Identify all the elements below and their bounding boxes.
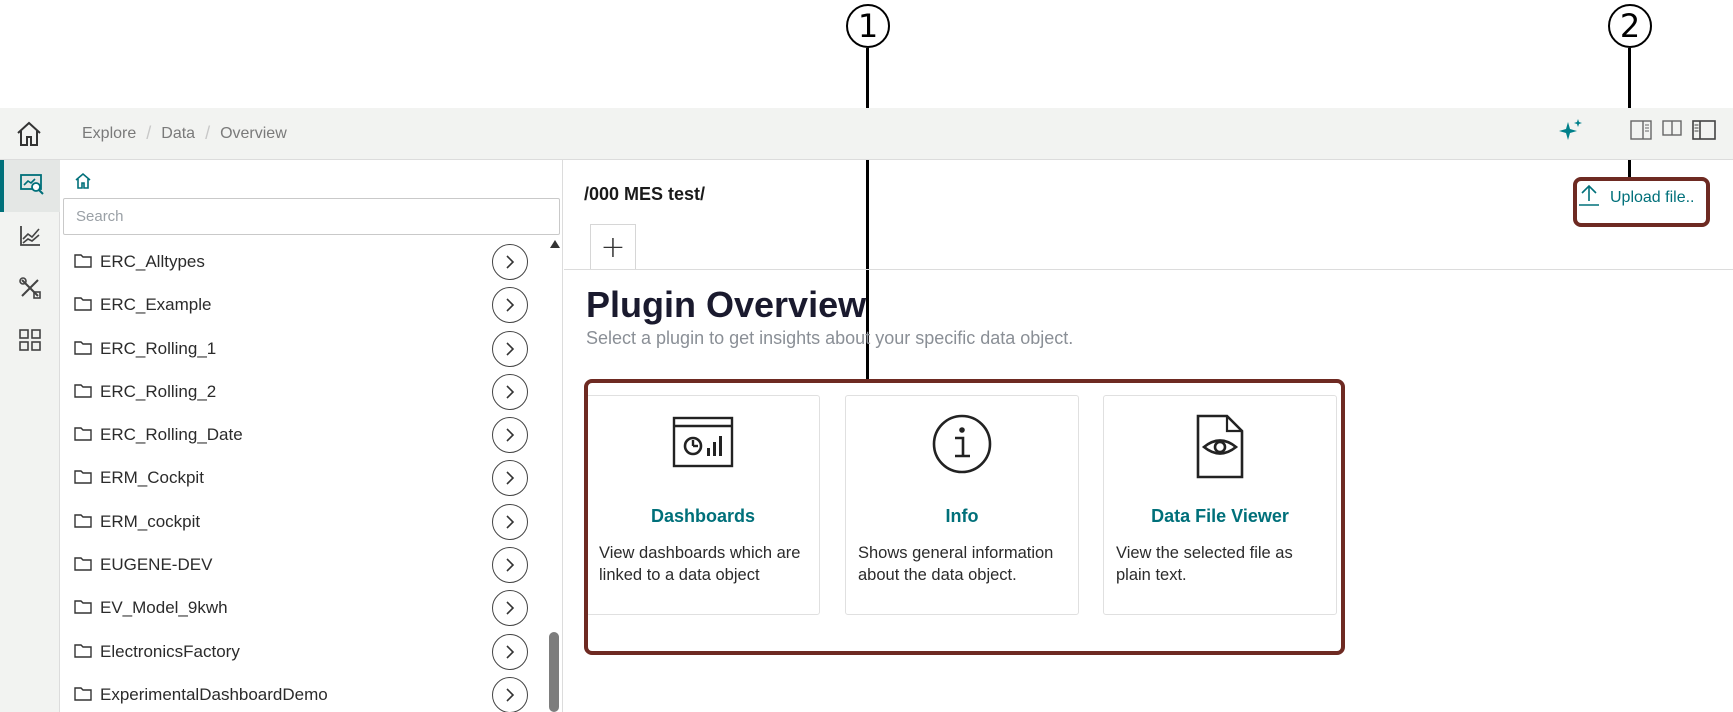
open-folder-button[interactable]	[492, 590, 528, 627]
folder-icon	[74, 643, 92, 663]
open-folder-button[interactable]	[492, 503, 528, 540]
ai-sparkle-icon[interactable]	[1558, 118, 1584, 144]
tools-icon	[18, 276, 42, 305]
add-tab-button[interactable]: +	[590, 224, 636, 270]
breadcrumb-data[interactable]: Data	[161, 125, 195, 143]
chevron-right-icon	[506, 558, 515, 572]
folder-name: ExperimentalDashboardDemo	[100, 684, 328, 704]
layout-left-panel-icon[interactable]	[1692, 120, 1716, 140]
folder-name: ERC_Rolling_Date	[100, 425, 243, 445]
folder-icon	[74, 599, 92, 619]
breadcrumb-explore[interactable]: Explore	[82, 125, 136, 143]
list-item[interactable]: ERM_cockpit	[60, 500, 550, 543]
folder-name: ERC_Alltypes	[100, 252, 205, 271]
folder-name: EV_Model_9kwh	[100, 598, 228, 618]
open-folder-button[interactable]	[492, 547, 528, 584]
home-icon[interactable]	[14, 120, 44, 148]
folder-icon	[74, 253, 92, 273]
list-item[interactable]: EV_Model_9kwh	[60, 586, 550, 629]
open-folder-button[interactable]	[492, 417, 528, 454]
folder-name: ElectronicsFactory	[100, 641, 240, 661]
open-folder-button[interactable]	[492, 287, 528, 324]
search-input[interactable]	[63, 198, 560, 235]
folder-list: ERC_Alltypes ERC_Example ERC_Rolling_1 ERC_…	[60, 240, 550, 712]
list-item[interactable]: ERM_Cockpit	[60, 456, 550, 499]
nav-rail	[0, 160, 60, 712]
open-folder-button[interactable]	[492, 633, 528, 670]
breadcrumb-separator: /	[205, 123, 211, 143]
folder-name: ERC_Example	[100, 295, 212, 315]
folder-name: ERM_Cockpit	[100, 468, 204, 488]
layout-right-panel-icon[interactable]	[1630, 120, 1652, 140]
folder-name: ERM_cockpit	[100, 511, 201, 531]
folder-name: ERC_Rolling_2	[100, 381, 217, 401]
nav-explore[interactable]	[0, 160, 60, 212]
folder-icon	[74, 426, 92, 446]
list-item[interactable]: ElectronicsFactory	[60, 630, 550, 673]
folder-icon	[74, 513, 92, 533]
open-folder-button[interactable]	[492, 676, 528, 712]
layout-split-icon[interactable]	[1662, 120, 1682, 140]
list-item[interactable]: ERC_Rolling_1	[60, 327, 550, 370]
scrollbar-thumb[interactable]	[549, 632, 559, 712]
chevron-right-icon	[506, 428, 515, 442]
breadcrumb-overview: Overview	[220, 124, 287, 142]
chevron-right-icon	[506, 515, 515, 529]
folder-icon	[74, 340, 92, 360]
open-folder-button[interactable]	[492, 373, 528, 410]
folder-icon	[74, 383, 92, 403]
chevron-right-icon	[506, 601, 515, 615]
nav-apps[interactable]	[0, 316, 60, 368]
breadcrumb: Explore / Data / Overview	[82, 123, 287, 144]
list-item[interactable]: ERC_Example	[60, 283, 550, 326]
page-title: Plugin Overview	[586, 284, 867, 325]
chevron-right-icon	[506, 298, 515, 312]
chevron-right-icon	[506, 385, 515, 399]
chevron-right-icon	[506, 255, 515, 269]
open-folder-button[interactable]	[492, 460, 528, 497]
list-item[interactable]: ERC_Alltypes	[60, 240, 550, 283]
folder-name: EUGENE-DEV	[100, 555, 213, 575]
root-home-icon[interactable]	[74, 172, 92, 195]
folder-icon	[74, 556, 92, 576]
folder-icon	[74, 469, 92, 489]
scroll-up-arrow[interactable]	[550, 240, 560, 248]
tab-divider	[564, 269, 1733, 270]
list-item[interactable]: ExperimentalDashboardDemo	[60, 673, 550, 712]
chevron-right-icon	[506, 342, 515, 356]
callout-2: 2	[1608, 4, 1652, 48]
nav-tools[interactable]	[0, 264, 60, 316]
chevron-right-icon	[506, 645, 515, 659]
explore-icon	[19, 172, 45, 201]
callout-2-highlight	[1573, 177, 1710, 227]
folder-icon	[74, 296, 92, 316]
apps-grid-icon	[18, 328, 42, 357]
open-folder-button[interactable]	[492, 330, 528, 367]
chevron-right-icon	[506, 688, 515, 702]
current-path: /000 MES test/	[584, 184, 706, 204]
callout-1-highlight	[584, 379, 1345, 655]
breadcrumb-separator: /	[146, 123, 152, 143]
callout-1: 1	[846, 4, 890, 48]
layout-switcher	[1630, 120, 1716, 140]
top-bar: Explore / Data / Overview	[0, 108, 1733, 160]
chart-icon	[18, 224, 42, 253]
folder-icon	[74, 686, 92, 706]
nav-charts[interactable]	[0, 212, 60, 264]
page: 1 2 Explore / Data / Overview Search ERC…	[0, 0, 1733, 712]
list-item[interactable]: ERC_Rolling_Date	[60, 413, 550, 456]
list-item[interactable]: ERC_Rolling_2	[60, 370, 550, 413]
data-browser-panel: ERC_Alltypes ERC_Example ERC_Rolling_1 ERC_…	[60, 160, 563, 712]
chevron-right-icon	[506, 471, 515, 486]
page-subtitle: Select a plugin to get insights about yo…	[586, 328, 1074, 348]
open-folder-button[interactable]	[492, 244, 528, 280]
list-item[interactable]: EUGENE-DEV	[60, 543, 550, 586]
folder-name: ERC_Rolling_1	[100, 338, 217, 358]
